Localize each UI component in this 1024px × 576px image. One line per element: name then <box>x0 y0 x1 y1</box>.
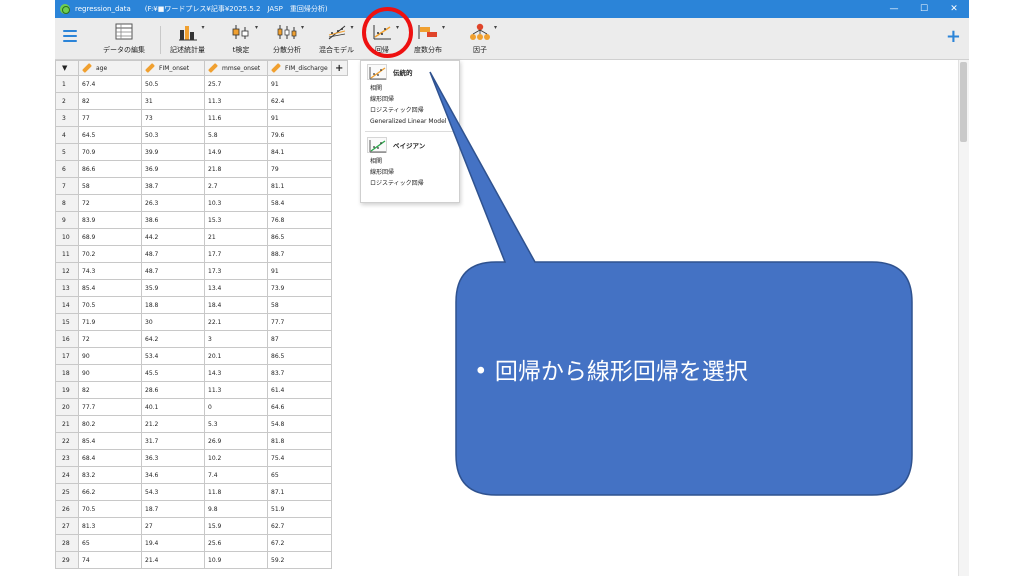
callout-text: • 回帰から線形回帰を選択 <box>474 359 748 385</box>
slide-canvas: regression_data (F:¥■ワードプレス¥記事¥2025.5.2 … <box>0 0 1024 576</box>
callout-bubble <box>429 71 913 496</box>
callout-shape <box>429 71 913 496</box>
